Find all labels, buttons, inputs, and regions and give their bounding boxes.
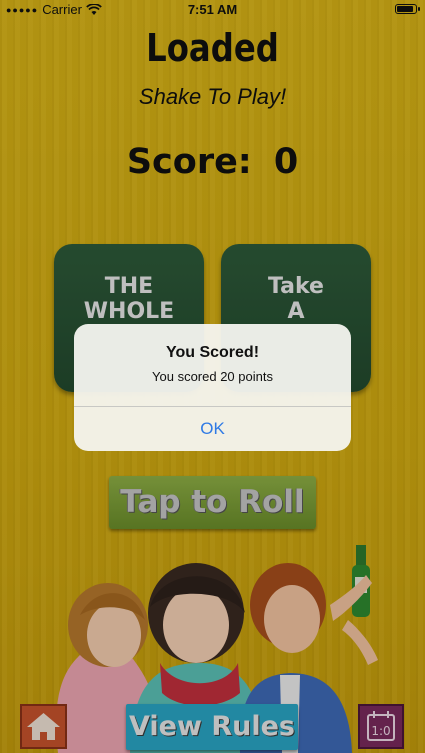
alert-message: You scored 20 points	[152, 369, 273, 384]
alert-title: You Scored!	[165, 344, 260, 361]
alert-ok-button[interactable]: OK	[74, 407, 351, 451]
score-alert-dialog: You Scored! You scored 20 points OK	[74, 324, 351, 451]
